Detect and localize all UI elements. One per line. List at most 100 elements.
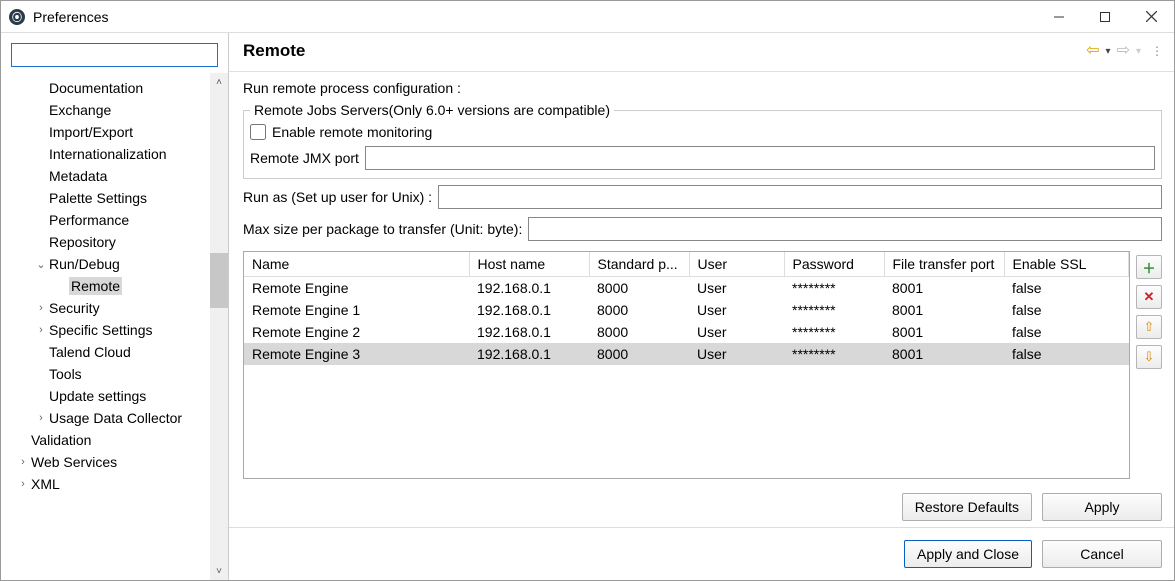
section-label: Run remote process configuration : [243, 80, 1162, 96]
scroll-down-icon[interactable]: ˅ [210, 562, 228, 580]
col-ftp[interactable]: File transfer port [884, 252, 1004, 277]
nav-forward-menu-icon[interactable]: ▾ [1136, 46, 1141, 57]
cell-host[interactable]: 192.168.0.1 [469, 321, 589, 343]
close-button[interactable] [1128, 1, 1174, 33]
tree-item[interactable]: ›Performance [1, 209, 210, 231]
jmx-port-input[interactable] [365, 146, 1155, 170]
col-ssl[interactable]: Enable SSL [1004, 252, 1129, 277]
cell-ftp[interactable]: 8001 [884, 299, 1004, 321]
tree-item[interactable]: ›Validation [1, 429, 210, 451]
apply-button[interactable]: Apply [1042, 493, 1162, 521]
scroll-thumb[interactable] [210, 253, 228, 308]
tree-item[interactable]: ›Metadata [1, 165, 210, 187]
minimize-button[interactable] [1036, 1, 1082, 33]
table-header-row[interactable]: Name Host name Standard p... User Passwo… [244, 252, 1129, 277]
servers-table[interactable]: Name Host name Standard p... User Passwo… [243, 251, 1130, 479]
app-icon: ⦿ [9, 9, 25, 25]
col-std[interactable]: Standard p... [589, 252, 689, 277]
window-title: Preferences [33, 9, 108, 25]
tree-item-label: Documentation [49, 80, 143, 96]
nav-forward-icon[interactable]: ⇨ [1115, 43, 1132, 59]
tree-item[interactable]: ›Repository [1, 231, 210, 253]
tree-item[interactable]: ›Exchange [1, 99, 210, 121]
tree-item[interactable]: ›Web Services [1, 451, 210, 473]
tree-item-label: Usage Data Collector [49, 410, 182, 426]
chevron-down-icon[interactable]: ⌄ [33, 258, 49, 271]
move-down-button[interactable]: ⇩ [1136, 345, 1162, 369]
table-row[interactable]: Remote Engine192.168.0.18000User********… [244, 277, 1129, 299]
cell-name[interactable]: Remote Engine [244, 277, 469, 299]
table-row[interactable]: Remote Engine 2192.168.0.18000User******… [244, 321, 1129, 343]
cell-host[interactable]: 192.168.0.1 [469, 343, 589, 365]
runas-input[interactable] [438, 185, 1162, 209]
cell-pw[interactable]: ******** [784, 321, 884, 343]
cell-std[interactable]: 8000 [589, 321, 689, 343]
remove-row-button[interactable]: ✕ [1136, 285, 1162, 309]
nav-back-menu-icon[interactable]: ▾ [1106, 46, 1111, 57]
content-pane: Remote ⇦ ▾ ⇨ ▾ ⋮ Run remote process conf… [229, 33, 1174, 580]
cell-user[interactable]: User [689, 277, 784, 299]
tree-item[interactable]: ›Usage Data Collector [1, 407, 210, 429]
nav-back-icon[interactable]: ⇦ [1084, 43, 1101, 59]
col-name[interactable]: Name [244, 252, 469, 277]
cell-std[interactable]: 8000 [589, 343, 689, 365]
chevron-right-icon[interactable]: › [15, 478, 31, 490]
cell-ftp[interactable]: 8001 [884, 321, 1004, 343]
cell-name[interactable]: Remote Engine 1 [244, 299, 469, 321]
cell-user[interactable]: User [689, 321, 784, 343]
cell-name[interactable]: Remote Engine 3 [244, 343, 469, 365]
enable-monitoring-checkbox[interactable] [250, 124, 266, 140]
chevron-right-icon[interactable]: › [33, 412, 49, 424]
tree-scrollbar[interactable]: ˄ ˅ [210, 73, 228, 580]
cell-user[interactable]: User [689, 299, 784, 321]
cell-host[interactable]: 192.168.0.1 [469, 299, 589, 321]
tree-item[interactable]: ›Documentation [1, 77, 210, 99]
cell-ssl[interactable]: false [1004, 343, 1129, 365]
tree-item[interactable]: ›Talend Cloud [1, 341, 210, 363]
view-menu-icon[interactable]: ⋮ [1145, 44, 1162, 58]
cell-pw[interactable]: ******** [784, 299, 884, 321]
chevron-right-icon[interactable]: › [33, 302, 49, 314]
tree-item[interactable]: ›Security [1, 297, 210, 319]
tree-item[interactable]: ›Import/Export [1, 121, 210, 143]
cell-ftp[interactable]: 8001 [884, 343, 1004, 365]
remote-servers-group: Remote Jobs Servers(Only 6.0+ versions a… [243, 102, 1162, 179]
table-row[interactable]: Remote Engine 1192.168.0.18000User******… [244, 299, 1129, 321]
cell-user[interactable]: User [689, 343, 784, 365]
cell-host[interactable]: 192.168.0.1 [469, 277, 589, 299]
col-host[interactable]: Host name [469, 252, 589, 277]
cell-ssl[interactable]: false [1004, 299, 1129, 321]
maxsize-input[interactable] [528, 217, 1162, 241]
move-up-button[interactable]: ⇧ [1136, 315, 1162, 339]
enable-monitoring-label[interactable]: Enable remote monitoring [272, 124, 432, 140]
col-user[interactable]: User [689, 252, 784, 277]
chevron-right-icon[interactable]: › [15, 456, 31, 468]
cancel-button[interactable]: Cancel [1042, 540, 1162, 568]
apply-and-close-button[interactable]: Apply and Close [904, 540, 1032, 568]
add-row-button[interactable]: ＋ [1136, 255, 1162, 279]
cell-ssl[interactable]: false [1004, 321, 1129, 343]
tree-item[interactable]: ›XML [1, 473, 210, 495]
tree-item[interactable]: ›Tools [1, 363, 210, 385]
cell-pw[interactable]: ******** [784, 343, 884, 365]
tree-item-label: Specific Settings [49, 322, 153, 338]
tree-item[interactable]: ⌄Run/Debug [1, 253, 210, 275]
scroll-up-icon[interactable]: ˄ [210, 73, 228, 91]
table-row[interactable]: Remote Engine 3192.168.0.18000User******… [244, 343, 1129, 365]
tree-item[interactable]: ›Update settings [1, 385, 210, 407]
cell-pw[interactable]: ******** [784, 277, 884, 299]
maximize-button[interactable] [1082, 1, 1128, 33]
tree-item[interactable]: ›Specific Settings [1, 319, 210, 341]
cell-ftp[interactable]: 8001 [884, 277, 1004, 299]
cell-std[interactable]: 8000 [589, 277, 689, 299]
col-pw[interactable]: Password [784, 252, 884, 277]
tree-item[interactable]: ›Palette Settings [1, 187, 210, 209]
tree-item[interactable]: ›Remote [1, 275, 210, 297]
cell-std[interactable]: 8000 [589, 299, 689, 321]
restore-defaults-button[interactable]: Restore Defaults [902, 493, 1032, 521]
search-input[interactable] [11, 43, 218, 67]
chevron-right-icon[interactable]: › [33, 324, 49, 336]
tree-item[interactable]: ›Internationalization [1, 143, 210, 165]
cell-ssl[interactable]: false [1004, 277, 1129, 299]
cell-name[interactable]: Remote Engine 2 [244, 321, 469, 343]
